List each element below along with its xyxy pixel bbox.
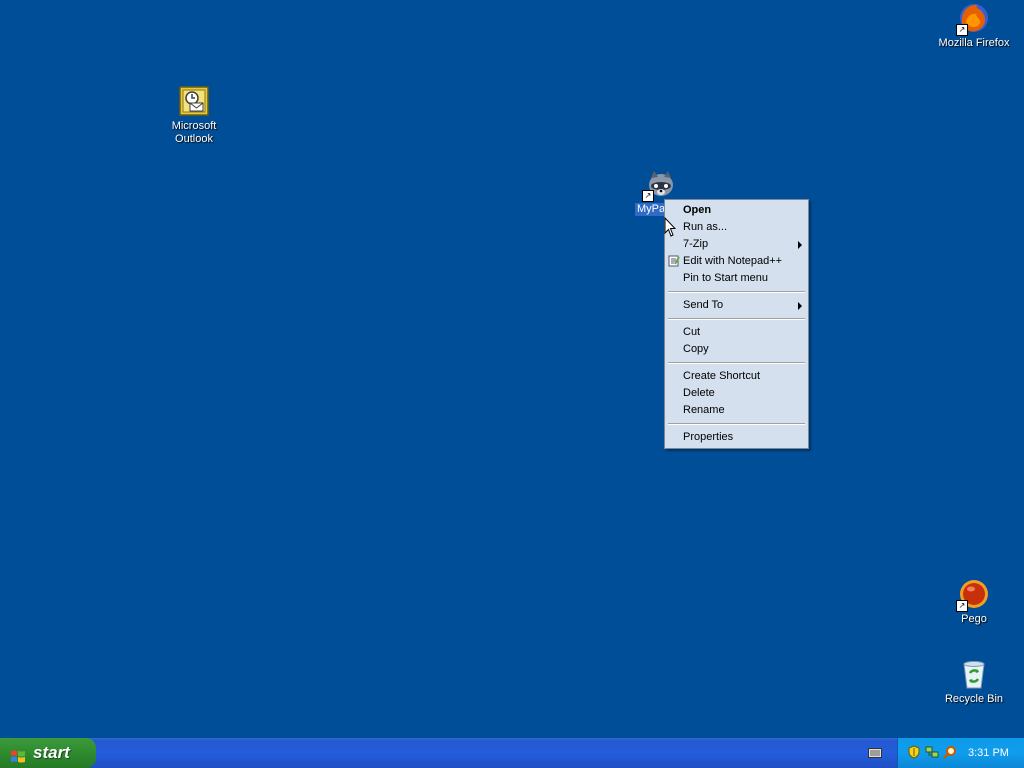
menu-separator (668, 291, 805, 293)
menu-item-send-to-label: Send To (683, 299, 724, 311)
system-tray: 3:31 PM (897, 738, 1024, 768)
menu-separator (668, 318, 805, 320)
desktop-icon-pego[interactable]: ↗ Pego (936, 578, 1012, 626)
start-button[interactable]: start (0, 738, 96, 768)
shortcut-arrow-icon: ↗ (642, 190, 654, 202)
pego-label: Pego (961, 613, 987, 625)
menu-item-7zip[interactable]: 7-Zip (665, 236, 808, 253)
desktop-icon-outlook[interactable]: Microsoft Outlook (156, 85, 232, 146)
menu-item-properties[interactable]: Properties (665, 429, 808, 446)
menu-item-properties-label: Properties (683, 431, 734, 443)
menu-item-open[interactable]: Open (665, 202, 808, 219)
firefox-label: Mozilla Firefox (938, 37, 1010, 49)
menu-item-7zip-label: 7-Zip (683, 238, 709, 250)
pego-icon: ↗ (956, 578, 990, 612)
menu-item-edit-notepad-label: Edit with Notepad++ (683, 255, 783, 267)
windows-flag-icon (10, 745, 26, 763)
menu-separator (668, 423, 805, 425)
menu-item-edit-notepad[interactable]: Edit with Notepad++ (665, 253, 808, 270)
menu-item-open-label: Open (683, 204, 712, 216)
menu-item-delete-label: Delete (683, 387, 715, 399)
search-magnifier-icon[interactable] (943, 745, 957, 759)
menu-item-rename[interactable]: Rename (665, 402, 808, 419)
outlook-icon (178, 85, 210, 117)
desktop-icon-recycle-bin[interactable]: Recycle Bin (936, 658, 1012, 706)
menu-item-delete[interactable]: Delete (665, 385, 808, 402)
menu-item-copy[interactable]: Copy (665, 341, 808, 358)
menu-item-cut-label: Cut (683, 326, 701, 338)
menu-item-run-as[interactable]: Run as... (665, 219, 808, 236)
context-menu: Open Run as... 7-Zip Edit with Notepad++… (664, 199, 809, 449)
submenu-arrow-icon (798, 241, 802, 249)
recycle-bin-icon (958, 658, 990, 690)
menu-separator (668, 362, 805, 364)
taskbar: start 3:31 PM (0, 738, 1024, 768)
start-label: start (33, 743, 70, 762)
menu-item-create-shortcut-label: Create Shortcut (683, 370, 761, 382)
keyboard-icon[interactable] (868, 747, 882, 759)
menu-item-rename-label: Rename (683, 404, 725, 416)
menu-item-run-as-label: Run as... (683, 221, 728, 233)
firefox-icon: ↗ (956, 2, 990, 36)
menu-item-copy-label: Copy (683, 343, 709, 355)
recycle-bin-label: Recycle Bin (944, 693, 1004, 705)
submenu-arrow-icon (798, 302, 802, 310)
raccoon-icon: ↗ (642, 168, 676, 202)
notepad-plus-plus-icon (668, 255, 680, 267)
menu-item-pin-start-label: Pin to Start menu (683, 272, 768, 284)
menu-item-create-shortcut[interactable]: Create Shortcut (665, 368, 808, 385)
menu-item-cut[interactable]: Cut (665, 324, 808, 341)
taskbar-clock[interactable]: 3:31 PM (968, 738, 1009, 768)
outlook-label-line1: Microsoft (171, 120, 217, 132)
mypa-label: MyPa (634, 203, 668, 216)
shortcut-arrow-icon: ↗ (956, 600, 968, 612)
desktop-icon-firefox[interactable]: ↗ Mozilla Firefox (936, 2, 1012, 50)
menu-item-pin-start[interactable]: Pin to Start menu (665, 270, 808, 287)
security-shield-icon[interactable] (907, 745, 921, 759)
outlook-label-line2: Outlook (175, 133, 213, 145)
shortcut-arrow-icon: ↗ (956, 24, 968, 36)
mouse-cursor-icon (664, 216, 677, 237)
menu-item-send-to[interactable]: Send To (665, 297, 808, 314)
network-icon[interactable] (925, 745, 939, 759)
